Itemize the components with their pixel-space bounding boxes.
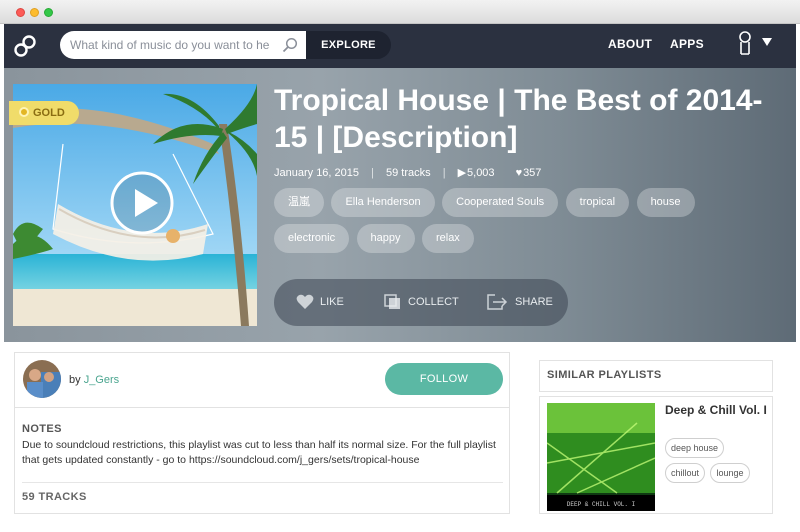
similar-playlists-header: SIMILAR PLAYLISTS <box>539 360 773 392</box>
tag-chip[interactable]: Ella Henderson <box>331 188 435 217</box>
tag-chip[interactable]: Cooperated Souls <box>442 188 559 217</box>
by-label: by <box>69 374 81 386</box>
top-nav: EXPLORE ABOUT APPS <box>4 24 796 68</box>
collect-label: COLLECT <box>408 296 459 308</box>
similar-tag-chip[interactable]: deep house <box>665 438 725 458</box>
like-count-value: 357 <box>523 167 542 179</box>
window-titlebar <box>0 0 800 24</box>
share-label: SHARE <box>515 296 553 308</box>
avatar-image <box>23 360 61 398</box>
similar-playlists-heading: SIMILAR PLAYLISTS <box>547 369 662 381</box>
search-icon[interactable] <box>282 37 298 53</box>
similar-tag-chip[interactable]: chillout <box>665 463 706 483</box>
notes-text: Due to soundcloud restrictions, this pla… <box>22 439 496 466</box>
similar-tag-chip[interactable]: lounge <box>710 463 750 483</box>
nav-about-link[interactable]: ABOUT <box>608 37 652 51</box>
play-count: ▶ 5,003 <box>457 167 495 179</box>
meta-separator: | <box>371 167 374 179</box>
maximize-window-button[interactable] <box>44 8 53 17</box>
similar-playlist-card[interactable]: DEEP & CHILL VOL. I Deep & Chill Vol. I … <box>539 396 773 514</box>
playlist-meta: January 16, 2015 | 59 tracks | ▶ 5,003 ♥… <box>274 166 559 179</box>
follow-button[interactable]: FOLLOW <box>385 363 503 395</box>
tag-chip[interactable]: electronic <box>274 224 350 253</box>
tag-chip[interactable]: tropical <box>565 188 630 217</box>
collect-icon <box>384 294 400 310</box>
like-button[interactable]: LIKE <box>296 279 344 326</box>
gold-badge: GOLD <box>9 101 79 125</box>
logo-icon[interactable] <box>12 33 38 59</box>
close-window-button[interactable] <box>16 8 25 17</box>
like-count: ♥ 357 <box>515 167 542 179</box>
explore-button[interactable]: EXPLORE <box>306 31 391 59</box>
heart-icon <box>296 294 314 310</box>
tag-chip[interactable]: 温嵐 <box>274 188 324 217</box>
tag-list: 温嵐 Ella Henderson Cooperated Souls tropi… <box>274 188 724 260</box>
similar-playlist-title[interactable]: Deep & Chill Vol. I <box>665 403 769 417</box>
playlist-title: Tropical House | The Best of 2014-15 | [… <box>274 84 763 154</box>
nav-apps-link[interactable]: APPS <box>670 37 704 51</box>
meta-separator: | <box>442 167 446 179</box>
playlist-date: January 16, 2015 <box>274 167 360 179</box>
tag-chip[interactable]: relax <box>421 224 474 253</box>
collect-button[interactable]: COLLECT <box>384 279 459 326</box>
tag-chip[interactable]: happy <box>356 224 415 253</box>
badge-label: GOLD <box>33 107 65 119</box>
share-icon <box>487 294 508 310</box>
avatar[interactable] <box>23 360 61 398</box>
similar-cover-image: DEEP & CHILL VOL. I <box>547 403 655 511</box>
user-icon[interactable] <box>737 30 753 58</box>
playlist-hero: GOLD Tropical House | The Best of 2014-1… <box>4 68 796 342</box>
minimize-window-button[interactable] <box>30 8 39 17</box>
similar-playlist-cover[interactable]: DEEP & CHILL VOL. I <box>547 403 655 511</box>
similar-cover-text: DEEP & CHILL VOL. I <box>567 501 635 508</box>
play-icon[interactable] <box>109 170 175 236</box>
track-count: 59 tracks <box>386 167 431 179</box>
play-count-value: 5,003 <box>467 167 495 179</box>
chevron-down-icon[interactable] <box>762 38 772 46</box>
like-label: LIKE <box>320 296 344 308</box>
divider <box>22 482 503 483</box>
action-bar: LIKE COLLECT SHARE <box>274 279 568 326</box>
owner-card: by J_Gers FOLLOW <box>14 352 510 408</box>
share-button[interactable]: SHARE <box>487 279 553 326</box>
gold-icon <box>19 107 29 117</box>
similar-tag-list: deep house chillout lounge <box>665 438 770 488</box>
owner-username-link[interactable]: J_Gers <box>84 374 119 386</box>
search-input[interactable] <box>70 35 270 55</box>
tag-chip[interactable]: house <box>636 188 695 217</box>
owner-byline: by J_Gers <box>69 374 119 386</box>
notes-heading: NOTES <box>22 423 62 435</box>
notes-section: NOTES Due to soundcloud restrictions, th… <box>14 408 510 514</box>
search-box <box>60 31 306 59</box>
tracks-heading: 59 TRACKS <box>22 491 87 503</box>
